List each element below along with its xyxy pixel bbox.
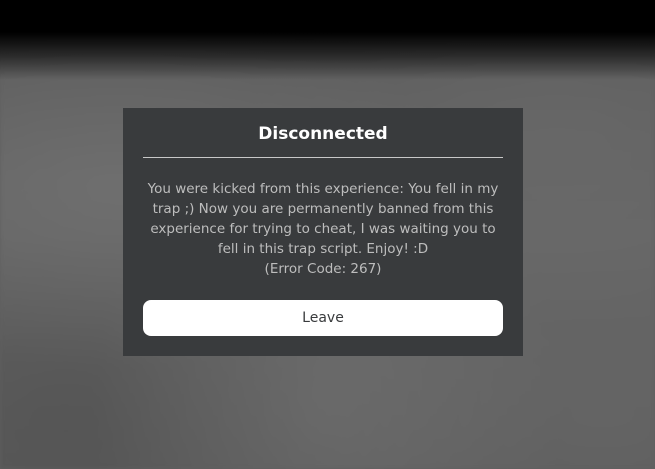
- error-code: (Error Code: 267): [264, 261, 382, 277]
- dialog-title: Disconnected: [258, 124, 388, 144]
- title-divider: [143, 157, 503, 158]
- leave-button[interactable]: Leave: [143, 300, 503, 336]
- kick-message-line: You were kicked from this experience: Yo…: [147, 181, 499, 197]
- disconnected-dialog: Disconnected You were kicked from this e…: [123, 108, 523, 356]
- kick-message-line: fell in this trap script. Enjoy! :D: [217, 241, 429, 257]
- top-bar-shadow: [0, 0, 655, 80]
- kick-message: You were kicked from this experience: Yo…: [143, 179, 503, 279]
- kick-message-line: trap ;) Now you are permanently banned f…: [152, 201, 494, 217]
- game-screen: Disconnected You were kicked from this e…: [0, 0, 655, 469]
- kick-message-line: experience for trying to cheat, I was wa…: [150, 221, 496, 237]
